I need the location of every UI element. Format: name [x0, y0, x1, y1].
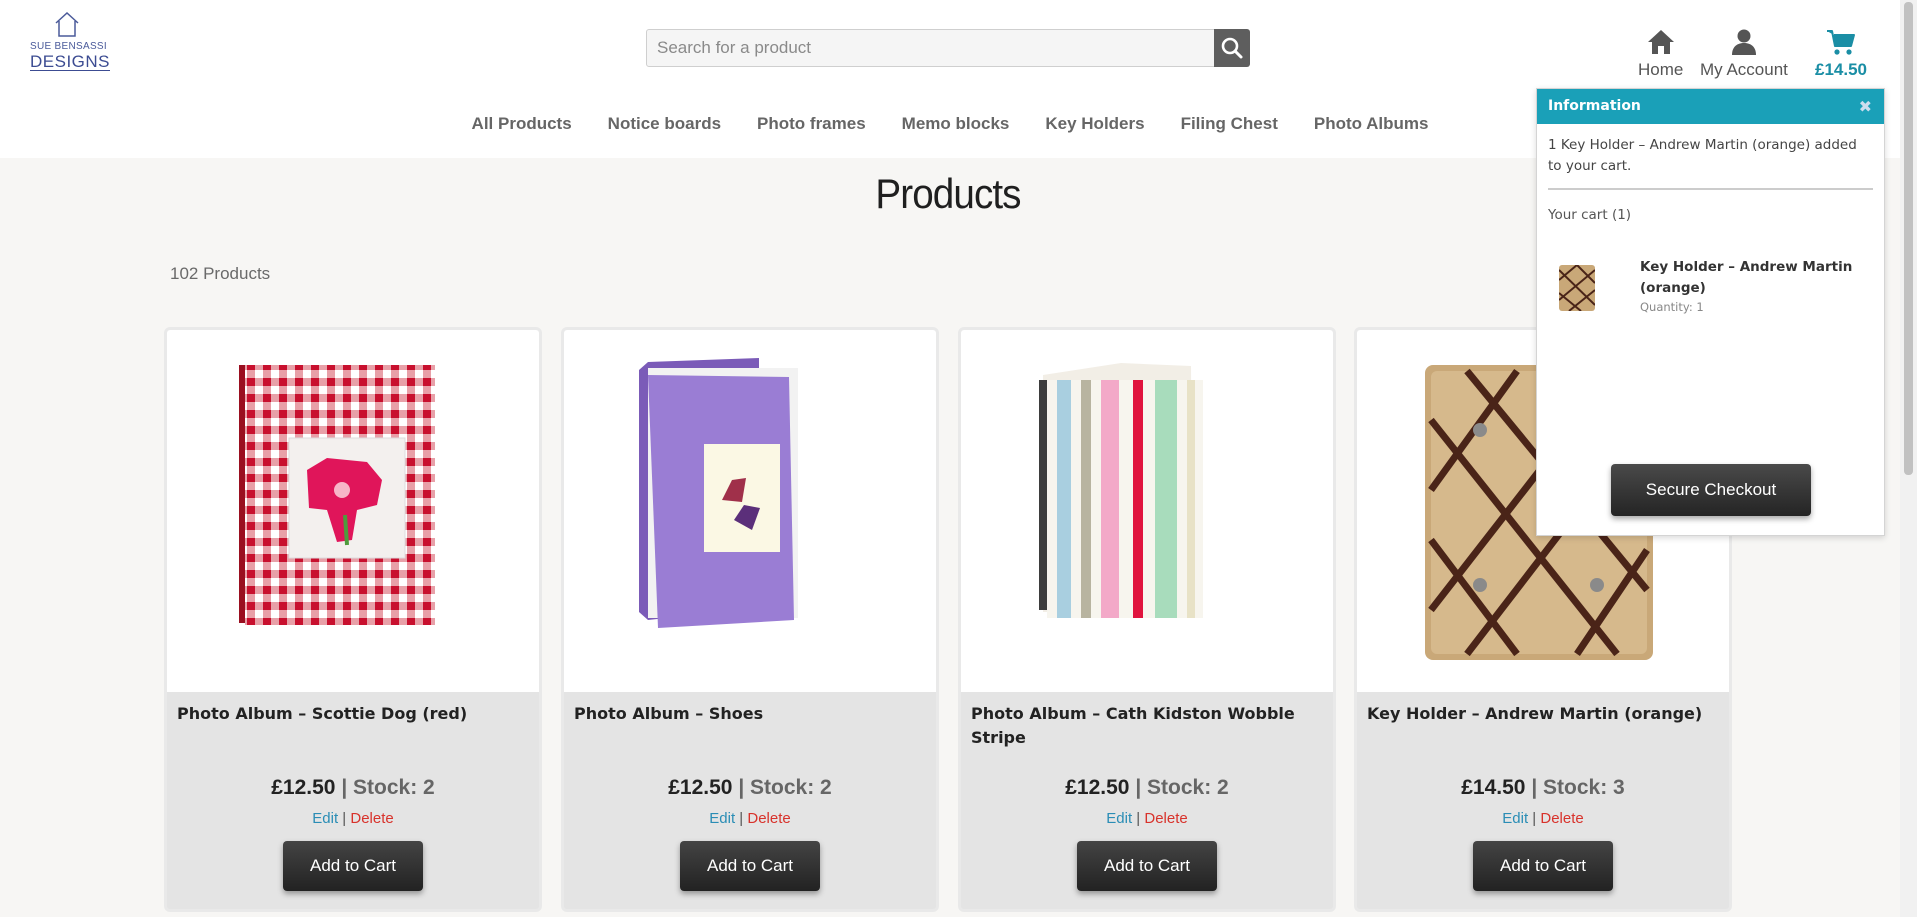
product-name[interactable]: Photo Album – Cath Kidston Wobble Stripe: [961, 692, 1333, 762]
popup-header: Information ✖: [1537, 89, 1884, 124]
add-to-cart-button[interactable]: Add to Cart: [1473, 841, 1613, 891]
cart-icon: [1827, 30, 1855, 55]
cart-notification-popup: Information ✖ 1 Key Holder – Andrew Mart…: [1536, 88, 1885, 536]
product-card: Photo Album – Scottie Dog (red) £12.50 |…: [164, 327, 542, 912]
secure-checkout-button[interactable]: Secure Checkout: [1611, 464, 1811, 516]
cart-count-label: Your cart (1): [1548, 207, 1632, 223]
separator: |: [738, 776, 745, 799]
price-stock: £14.50 | Stock: 3: [1357, 776, 1729, 800]
product-price: £12.50: [668, 776, 733, 799]
add-to-cart-button[interactable]: Add to Cart: [283, 841, 423, 891]
menu-item-notice-boards[interactable]: Notice boards: [608, 114, 721, 134]
scrollbar-thumb[interactable]: [1904, 2, 1913, 475]
product-name[interactable]: Key Holder – Andrew Martin (orange): [1357, 692, 1729, 762]
edit-link[interactable]: Edit: [1502, 810, 1528, 827]
delete-link[interactable]: Delete: [1144, 810, 1187, 827]
product-stock: Stock: 3: [1543, 776, 1625, 799]
product-image[interactable]: [564, 330, 936, 692]
product-stock: Stock: 2: [353, 776, 435, 799]
link-separator: |: [1136, 810, 1141, 827]
search-button[interactable]: [1214, 29, 1250, 67]
brand-line-1: SUE BENSASSI: [30, 41, 107, 52]
separator: |: [341, 776, 348, 799]
search-input[interactable]: [646, 29, 1216, 67]
photo-album-red-gingham-image: [239, 365, 435, 625]
page-scrollbar[interactable]: [1900, 0, 1917, 917]
search-icon: [1221, 37, 1243, 59]
product-image[interactable]: [961, 330, 1333, 692]
brand-line-2: DESIGNS: [30, 52, 111, 71]
cart-item-quantity: Quantity: 1: [1640, 300, 1704, 314]
admin-links: Edit | Delete: [961, 810, 1333, 827]
photo-album-striped-image: [1039, 363, 1203, 618]
delete-link[interactable]: Delete: [350, 810, 393, 827]
menu-item-key-holders[interactable]: Key Holders: [1045, 114, 1144, 134]
edit-link[interactable]: Edit: [1106, 810, 1132, 827]
admin-links: Edit | Delete: [167, 810, 539, 827]
nav-home-label: Home: [1638, 60, 1684, 79]
product-image[interactable]: [167, 330, 539, 692]
menu-item-photo-frames[interactable]: Photo frames: [757, 114, 866, 134]
price-stock: £12.50 | Stock: 2: [167, 776, 539, 800]
price-stock: £12.50 | Stock: 2: [961, 776, 1333, 800]
menu-item-all-products[interactable]: All Products: [472, 114, 572, 134]
admin-links: Edit | Delete: [564, 810, 936, 827]
product-price: £12.50: [271, 776, 336, 799]
menu-item-memo-blocks[interactable]: Memo blocks: [902, 114, 1010, 134]
brand-logo[interactable]: SUE BENSASSI DESIGNS: [30, 10, 111, 82]
nav-my-account-label: My Account: [1700, 60, 1788, 79]
user-icon: [1731, 29, 1756, 55]
edit-link[interactable]: Edit: [312, 810, 338, 827]
photo-album-purple-image: [639, 358, 798, 628]
menu-item-photo-albums[interactable]: Photo Albums: [1314, 114, 1429, 134]
product-price: £14.50: [1461, 776, 1526, 799]
product-stock: Stock: 2: [750, 776, 832, 799]
price-stock: £12.50 | Stock: 2: [564, 776, 936, 800]
house-logo-icon: [55, 11, 79, 37]
nav-cart[interactable]: £14.50: [1815, 28, 1867, 80]
close-icon[interactable]: ✖: [1859, 89, 1872, 124]
link-separator: |: [1532, 810, 1537, 827]
cart-item-thumbnail[interactable]: [1559, 265, 1595, 311]
product-card: Photo Album – Cath Kidston Wobble Stripe…: [958, 327, 1336, 912]
add-to-cart-button[interactable]: Add to Cart: [680, 841, 820, 891]
home-icon: [1647, 30, 1674, 54]
edit-link[interactable]: Edit: [709, 810, 735, 827]
popup-message: 1 Key Holder – Andrew Martin (orange) ad…: [1548, 137, 1857, 174]
link-separator: |: [342, 810, 347, 827]
separator: |: [1135, 776, 1142, 799]
product-card: Photo Album – Shoes £12.50 | Stock: 2 Ed…: [561, 327, 939, 912]
link-separator: |: [739, 810, 744, 827]
popup-title: Information: [1548, 98, 1641, 114]
product-count: 102 Products: [170, 264, 271, 283]
search-bar: [646, 29, 1250, 67]
cart-item-name[interactable]: Key Holder – Andrew Martin (orange): [1640, 257, 1880, 299]
delete-link[interactable]: Delete: [747, 810, 790, 827]
admin-links: Edit | Delete: [1357, 810, 1729, 827]
product-stock: Stock: 2: [1147, 776, 1229, 799]
menu-item-filing-chest[interactable]: Filing Chest: [1181, 114, 1278, 134]
product-name[interactable]: Photo Album – Shoes: [564, 692, 936, 762]
product-name[interactable]: Photo Album – Scottie Dog (red): [167, 692, 539, 762]
nav-home[interactable]: Home: [1638, 28, 1683, 80]
product-price: £12.50: [1065, 776, 1130, 799]
nav-my-account[interactable]: My Account: [1700, 28, 1788, 80]
separator: |: [1531, 776, 1538, 799]
add-to-cart-button[interactable]: Add to Cart: [1077, 841, 1217, 891]
delete-link[interactable]: Delete: [1540, 810, 1583, 827]
cart-total: £14.50: [1815, 60, 1867, 79]
